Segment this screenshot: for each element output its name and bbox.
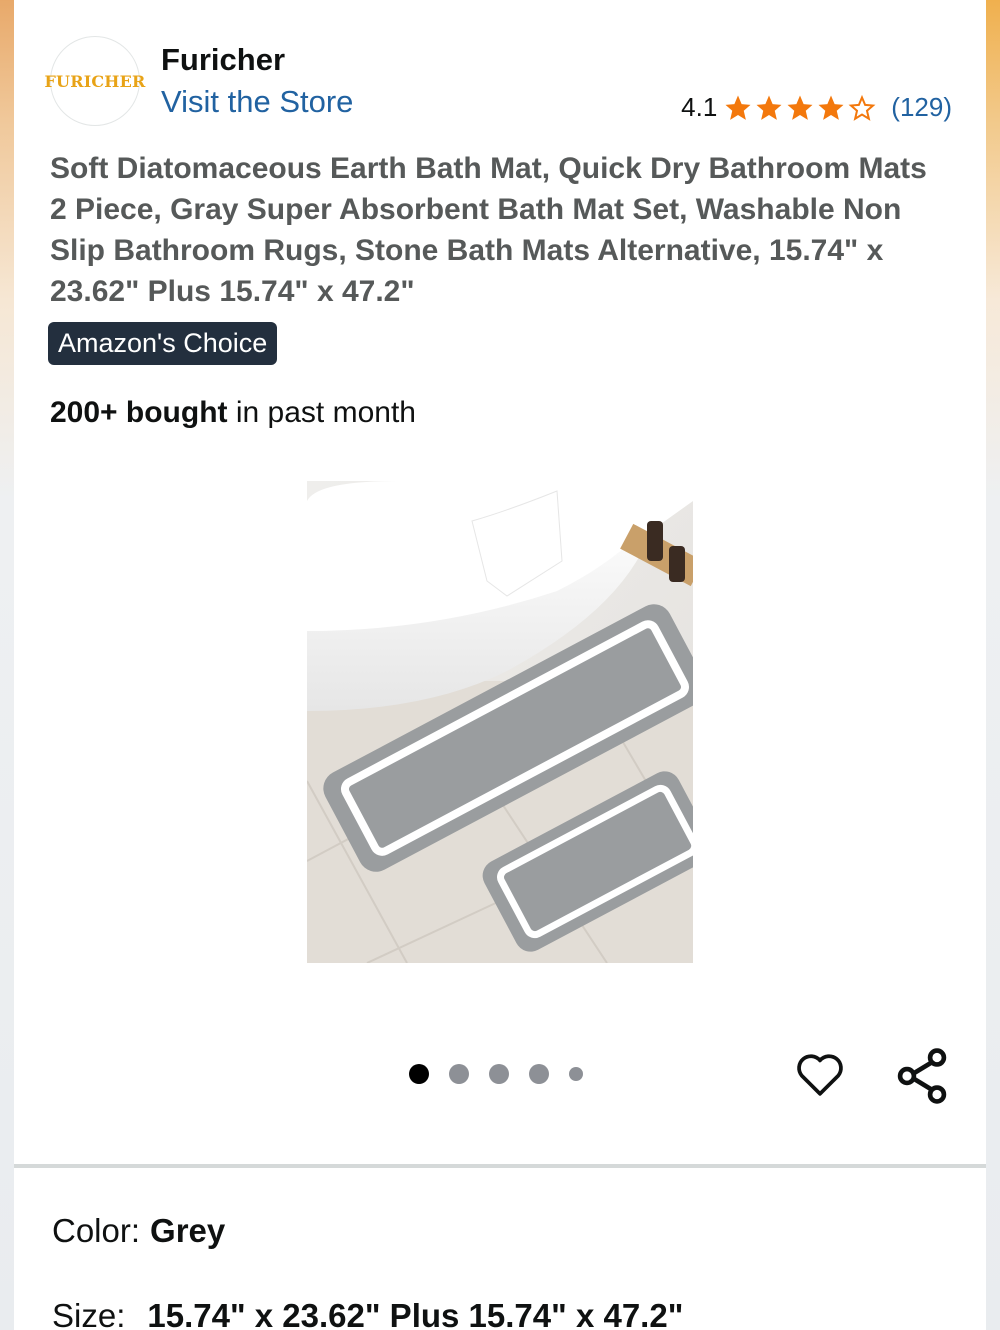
product-title: Soft Diatomaceous Earth Bath Mat, Quick …: [50, 152, 927, 308]
star-filled-icon: [725, 95, 751, 120]
color-value: Grey: [150, 1212, 226, 1249]
star-filled-icon: [787, 95, 813, 120]
bath-mat-photo: [307, 481, 693, 963]
store-logo[interactable]: FURICHER: [44, 36, 145, 126]
carousel-dot[interactable]: [569, 1067, 583, 1081]
right-edge-backdrop: [986, 0, 1000, 1330]
rating-summary[interactable]: 4.1 (129): [681, 92, 952, 123]
size-value: 15.74" x 23.62" Plus 15.74" x 47.2": [147, 1297, 684, 1330]
star-empty-icon: [848, 94, 876, 121]
star-filled-icon: [756, 95, 782, 120]
heart-outline-icon: [797, 1054, 843, 1096]
image-carousel-indicator: [409, 1064, 583, 1084]
section-divider: [14, 1164, 986, 1168]
color-label: Color:: [52, 1212, 141, 1249]
visit-store-link[interactable]: Visit the Store: [161, 84, 353, 120]
star-rating: [723, 93, 877, 123]
bought-count: 200+ bought: [50, 396, 228, 429]
store-logo-text: FURICHER: [44, 71, 146, 91]
carousel-dot[interactable]: [449, 1064, 469, 1084]
share-button[interactable]: [894, 1046, 950, 1106]
rating-value: 4.1: [681, 92, 718, 122]
carousel-dot[interactable]: [529, 1064, 549, 1084]
star-filled-icon: [818, 95, 844, 120]
size-selection: Size: 15.74" x 23.62" Plus 15.74" x 47.2": [52, 1297, 683, 1330]
carousel-dot[interactable]: [489, 1064, 509, 1084]
product-page: FURICHER Furicher Visit the Store 4.1 (1…: [14, 0, 986, 1330]
amazons-choice-badge[interactable]: Amazon's Choice: [48, 322, 278, 365]
color-selection: Color: Grey: [52, 1212, 225, 1250]
left-edge-backdrop: [0, 0, 14, 1330]
carousel-dot-active[interactable]: [409, 1064, 429, 1084]
size-label: Size:: [52, 1297, 126, 1330]
add-to-wishlist-button[interactable]: [792, 1046, 848, 1102]
review-count-link[interactable]: (129): [891, 92, 952, 123]
product-image[interactable]: [307, 481, 693, 963]
share-icon: [897, 1048, 947, 1104]
bought-in-past-month: 200+ bought in past month: [50, 396, 416, 430]
bought-period: in past month: [227, 396, 416, 429]
brand-name: Furicher: [161, 42, 286, 77]
